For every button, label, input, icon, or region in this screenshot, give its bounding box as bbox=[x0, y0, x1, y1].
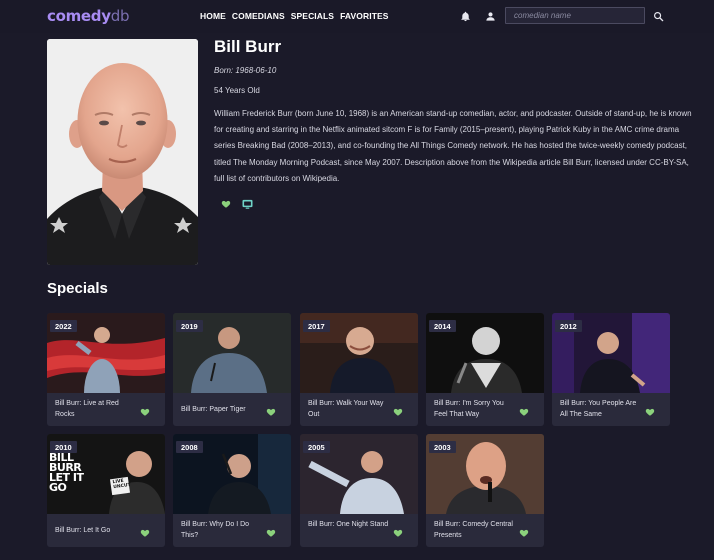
year-badge: 2005 bbox=[303, 441, 330, 453]
tv-icon[interactable] bbox=[242, 196, 253, 214]
special-title: Bill Burr: One Night Stand bbox=[308, 521, 389, 528]
nav-link-specials[interactable]: SPECIALS bbox=[291, 11, 334, 21]
nav-link-home[interactable]: HOME bbox=[200, 11, 226, 21]
favorite-comedian-heart-icon[interactable] bbox=[221, 196, 231, 214]
favorite-heart-icon[interactable] bbox=[140, 404, 150, 422]
year-badge: 2012 bbox=[555, 320, 582, 332]
top-navbar: comedydb HOME COMEDIANS SPECIALS FAVORIT… bbox=[0, 0, 714, 33]
year-badge: 2010 bbox=[50, 441, 77, 453]
year-badge: 2003 bbox=[429, 441, 456, 453]
special-title: Bill Burr: Paper Tiger bbox=[181, 406, 246, 413]
special-card[interactable]: 2017 Bill Burr: Walk Your Way Out bbox=[300, 313, 418, 426]
favorite-heart-icon[interactable] bbox=[645, 404, 655, 422]
year-badge: 2019 bbox=[176, 320, 203, 332]
special-title: Bill Burr: Why Do I Do This? bbox=[181, 521, 250, 539]
special-card[interactable]: 2008 Bill Burr: Why Do I Do This? bbox=[173, 434, 291, 547]
bell-icon[interactable] bbox=[458, 9, 472, 23]
special-card[interactable]: 2005 Bill Burr: One Night Stand bbox=[300, 434, 418, 547]
favorite-heart-icon[interactable] bbox=[266, 525, 276, 543]
special-title: Bill Burr: Comedy Central Presents bbox=[434, 521, 513, 539]
special-title: Bill Burr: Walk Your Way Out bbox=[308, 400, 384, 418]
special-card[interactable]: 2012 Bill Burr: You People Are All The S… bbox=[552, 313, 670, 426]
nav-link-favorites[interactable]: FAVORITES bbox=[340, 11, 388, 21]
comedian-photo bbox=[47, 39, 198, 265]
year-badge: 2008 bbox=[176, 441, 203, 453]
comedian-name: Bill Burr bbox=[214, 37, 282, 56]
special-card[interactable]: 2014 Bill Burr: I'm Sorry You Feel That … bbox=[426, 313, 544, 426]
nav-links: HOME COMEDIANS SPECIALS FAVORITES bbox=[200, 11, 389, 21]
special-card[interactable]: 2022 Bill Burr: Live at Red Rocks bbox=[47, 313, 165, 426]
favorite-heart-icon[interactable] bbox=[393, 404, 403, 422]
nav-link-comedians[interactable]: COMEDIANS bbox=[232, 11, 285, 21]
special-card[interactable]: 2019 Bill Burr: Paper Tiger bbox=[173, 313, 291, 426]
special-title: Bill Burr: I'm Sorry You Feel That Way bbox=[434, 400, 504, 418]
favorite-heart-icon[interactable] bbox=[519, 525, 529, 543]
comedian-bio: William Frederick Burr (born June 10, 19… bbox=[214, 109, 692, 183]
specials-heading: Specials bbox=[47, 280, 108, 297]
year-badge: 2017 bbox=[303, 320, 330, 332]
special-title: Bill Burr: Let It Go bbox=[55, 527, 111, 534]
favorite-heart-icon[interactable] bbox=[519, 404, 529, 422]
special-card[interactable]: BILL BURR LET IT GO LIVE UNCUT 2010 Bill… bbox=[47, 434, 165, 547]
favorite-heart-icon[interactable] bbox=[266, 404, 276, 422]
user-icon[interactable] bbox=[483, 9, 497, 23]
favorite-heart-icon[interactable] bbox=[393, 525, 403, 543]
search-icon[interactable] bbox=[651, 9, 665, 23]
search-input[interactable] bbox=[505, 7, 645, 24]
poster-title-text: BILL BURR LET IT GO bbox=[49, 451, 84, 494]
comedian-age: 54 Years Old bbox=[214, 86, 260, 95]
year-badge: 2022 bbox=[50, 320, 77, 332]
comedian-birthdate: Born: 1968-06-10 bbox=[214, 66, 277, 75]
special-title: Bill Burr: Live at Red Rocks bbox=[55, 400, 119, 418]
site-logo[interactable]: comedydb bbox=[47, 7, 129, 25]
year-badge: 2014 bbox=[429, 320, 456, 332]
favorite-heart-icon[interactable] bbox=[140, 525, 150, 543]
special-card[interactable]: 2003 Bill Burr: Comedy Central Presents bbox=[426, 434, 544, 547]
special-title: Bill Burr: You People Are All The Same bbox=[560, 400, 637, 418]
